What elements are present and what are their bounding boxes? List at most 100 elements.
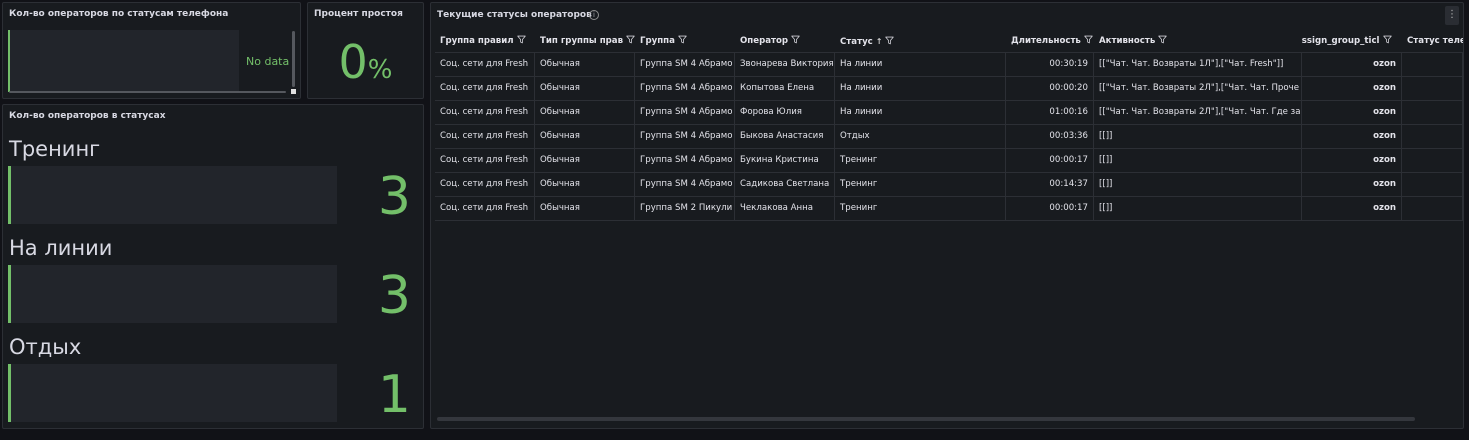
vertical-scrollbar[interactable]	[292, 31, 295, 87]
cell-phone-status	[1402, 197, 1463, 221]
resize-handle[interactable]	[291, 89, 296, 94]
cell-group: Группа SM 4 Абрамо	[635, 77, 735, 101]
cell-status: Тренинг	[835, 149, 1006, 173]
cell-group-type: Обычная	[535, 149, 635, 173]
cell-assign-group: ozon	[1302, 173, 1402, 197]
cell-duration: 00:30:19	[1006, 53, 1094, 77]
table-row[interactable]: Соц. сети для Fresh Обычная Группа SM 4 Аб…	[435, 77, 1463, 101]
operator-status-table-panel: Текущие статусы операторов i ⋮ Группа пр…	[430, 2, 1464, 429]
stat-value-online: 3	[377, 266, 411, 326]
panel-menu-icon[interactable]: ⋮	[1445, 6, 1459, 25]
cell-assign-group: ozon	[1302, 197, 1402, 221]
cell-operator: Копытова Елена	[735, 77, 835, 101]
cell-rule-group: Соц. сети для Fresh	[435, 125, 535, 149]
header-col-status[interactable]: Статус ↑	[835, 30, 1006, 53]
cell-assign-group: ozon	[1302, 53, 1402, 77]
cell-assign-group: ozon	[1302, 149, 1402, 173]
cell-phone-status	[1402, 173, 1463, 197]
cell-operator: Быкова Анастасия	[735, 125, 835, 149]
header-col-group-type[interactable]: Тип группы прав	[535, 30, 635, 53]
cell-status: На линии	[835, 53, 1006, 77]
cell-activity: [[]]	[1094, 197, 1302, 221]
table-row[interactable]: Соц. сети для Fresh Обычная Группа SM 2 Пи…	[435, 197, 1463, 221]
cell-activity: [[]]	[1094, 125, 1302, 149]
cell-operator: Чеклакова Анна	[735, 197, 835, 221]
horizontal-scrollbar[interactable]	[437, 417, 1415, 421]
cell-status: На линии	[835, 101, 1006, 125]
cell-duration: 00:00:20	[1006, 77, 1094, 101]
header-col-phone-status[interactable]: Статус теле	[1402, 30, 1463, 53]
cell-status: Отдых	[835, 125, 1006, 149]
panel-title: Процент простоя	[314, 9, 403, 19]
cell-rule-group: Соц. сети для Fresh	[435, 173, 535, 197]
cell-activity: [["Чат. Чат. Возвраты 2Л"],["Чат. Чат. Г…	[1094, 101, 1302, 125]
cell-group-type: Обычная	[535, 101, 635, 125]
bar-gauge-empty	[8, 30, 239, 92]
cell-group: Группа SM 4 Абрамо	[635, 101, 735, 125]
filter-icon[interactable]	[1155, 35, 1167, 46]
filter-icon[interactable]	[882, 36, 895, 47]
header-label: Длительность	[1011, 36, 1081, 46]
table-body: Соц. сети для Fresh Обычная Группа SM 4 Аб…	[435, 53, 1463, 221]
cell-group-type: Обычная	[535, 125, 635, 149]
status-count-panel: Кол-во операторов в статусах Тренинг 3 Н…	[2, 104, 424, 429]
cell-duration: 00:03:36	[1006, 125, 1094, 149]
cell-group-type: Обычная	[535, 53, 635, 77]
stat-label-online: На линии	[9, 236, 113, 260]
cell-group: Группа SM 4 Абрамо	[635, 173, 735, 197]
cell-duration: 00:14:37	[1006, 173, 1094, 197]
panel-title: Текущие статусы операторов	[437, 10, 592, 20]
filter-icon[interactable]	[788, 35, 800, 46]
cell-status: Тренинг	[835, 197, 1006, 221]
header-label: Группа	[640, 36, 675, 46]
cell-operator: Звонарева Виктория	[735, 53, 835, 77]
cell-assign-group: ozon	[1302, 125, 1402, 149]
filter-icon[interactable]	[623, 35, 635, 46]
cell-group: Группа SM 4 Абрамо	[635, 125, 735, 149]
header-col-rule-group[interactable]: Группа правил	[435, 30, 535, 53]
table-row[interactable]: Соц. сети для Fresh Обычная Группа SM 4 Аб…	[435, 125, 1463, 149]
no-data-label: No data	[246, 55, 290, 68]
header-label: Статус теле	[1407, 36, 1463, 46]
filter-icon[interactable]	[1380, 35, 1392, 46]
header-col-operator[interactable]: Оператор	[735, 30, 835, 53]
table-row[interactable]: Соц. сети для Fresh Обычная Группа SM 4 Аб…	[435, 173, 1463, 197]
table-row[interactable]: Соц. сети для Fresh Обычная Группа SM 4 Аб…	[435, 53, 1463, 77]
cell-rule-group: Соц. сети для Fresh	[435, 77, 535, 101]
cell-activity: [[]]	[1094, 149, 1302, 173]
idle-value-unit: %	[367, 55, 393, 85]
table-header: Группа правил Тип группы прав Группа Операт…	[435, 30, 1463, 53]
cell-phone-status	[1402, 125, 1463, 149]
table-row[interactable]: Соц. сети для Fresh Обычная Группа SM 4 Аб…	[435, 101, 1463, 125]
phone-status-panel: Кол-во операторов по статусам телефона N…	[2, 2, 301, 99]
stat-value-training: 3	[377, 167, 411, 227]
info-icon[interactable]: i	[589, 10, 599, 20]
cell-group-type: Обычная	[535, 173, 635, 197]
stat-bar-training	[8, 166, 337, 224]
table-row[interactable]: Соц. сети для Fresh Обычная Группа SM 4 Аб…	[435, 149, 1463, 173]
idle-percent-value: 0%	[308, 35, 423, 89]
cell-group: Группа SM 4 Абрамо	[635, 149, 735, 173]
idle-percent-panel: Процент простоя 0%	[307, 2, 424, 99]
cell-group: Группа SM 2 Пикули	[635, 197, 735, 221]
cell-activity: [["Чат. Чат. Возвраты 1Л"],["Чат. Fresh"…	[1094, 53, 1302, 77]
cell-rule-group: Соц. сети для Fresh	[435, 101, 535, 125]
filter-icon[interactable]	[514, 35, 526, 46]
filter-icon[interactable]	[1081, 35, 1093, 46]
header-label: Активность	[1099, 36, 1156, 46]
horizontal-scrollbar[interactable]	[9, 91, 286, 93]
header-label: Тип группы прав	[540, 36, 624, 46]
header-col-activity[interactable]: Активность	[1094, 30, 1302, 53]
header-label: Статус	[840, 37, 873, 47]
header-col-group[interactable]: Группа	[635, 30, 735, 53]
cell-activity: [[]]	[1094, 173, 1302, 197]
header-col-assign-group[interactable]: assign_group_ticl	[1302, 30, 1402, 53]
cell-operator: Садикова Светлана	[735, 173, 835, 197]
cell-phone-status	[1402, 149, 1463, 173]
stat-bar-rest	[8, 364, 337, 422]
header-col-duration[interactable]: Длительность	[1006, 30, 1094, 53]
cell-phone-status	[1402, 101, 1463, 125]
cell-rule-group: Соц. сети для Fresh	[435, 197, 535, 221]
cell-group: Группа SM 4 Абрамо	[635, 53, 735, 77]
filter-icon[interactable]	[675, 35, 687, 46]
